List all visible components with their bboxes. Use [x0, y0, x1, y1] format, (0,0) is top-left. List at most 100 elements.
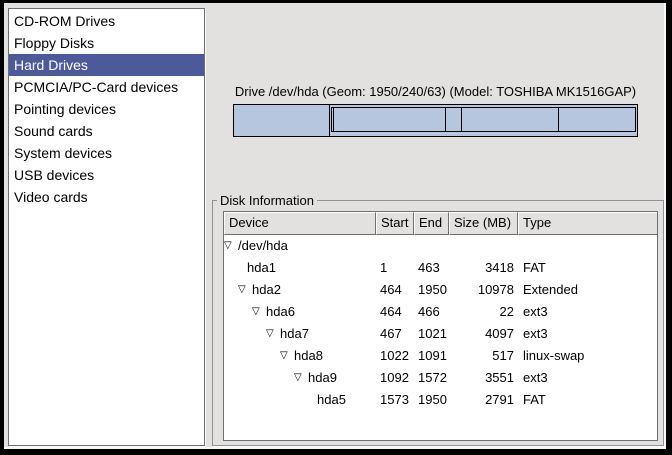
- table-row-hda6[interactable]: ▽hda646446622ext3: [224, 301, 657, 323]
- partition-segment-hda7: [333, 107, 446, 132]
- tree-indent: [224, 400, 308, 401]
- device-name: hda8: [294, 345, 323, 367]
- device-cell: ▽hda7: [224, 323, 376, 345]
- sidebar-item-pcmcia-pc-card-devices[interactable]: PCMCIA/PC-Card devices: [9, 76, 204, 98]
- size-cell: 3551: [449, 367, 518, 389]
- device-cell: ▽hda6: [224, 301, 376, 323]
- partition-segment-hda1: [233, 104, 330, 137]
- partition-bar: [233, 104, 638, 137]
- size-cell: 517: [449, 345, 518, 367]
- table-row-hda5[interactable]: hda5 157319502791FAT: [224, 389, 657, 411]
- end-cell: 1021: [414, 323, 449, 345]
- size-cell: [449, 235, 518, 257]
- device-name: hda9: [308, 367, 337, 389]
- device-cell: hda5: [224, 389, 376, 411]
- tree-indent: [224, 334, 266, 335]
- disk-information-table: DeviceStartEndSize (MB)Type ▽/dev/hdahda…: [223, 211, 658, 441]
- end-cell: 466: [414, 301, 449, 323]
- size-cell: 4097: [449, 323, 518, 345]
- tree-indent: [224, 290, 238, 291]
- sidebar-item-usb-devices[interactable]: USB devices: [9, 164, 204, 186]
- device-name: hda7: [280, 323, 309, 345]
- window-content: CD-ROM DrivesFloppy DisksHard DrivesPCMC…: [4, 3, 666, 449]
- end-cell: 1950: [414, 279, 449, 301]
- disk-information-label: Disk Information: [217, 193, 317, 208]
- type-cell: linux-swap: [518, 345, 657, 367]
- size-cell: 2791: [449, 389, 518, 411]
- column-header-device[interactable]: Device: [224, 212, 376, 235]
- logical-partitions-strip: [331, 107, 636, 132]
- start-cell: 467: [376, 323, 414, 345]
- start-cell: 464: [376, 301, 414, 323]
- column-header-type[interactable]: Type: [518, 212, 657, 235]
- partition-segment-hda9: [461, 107, 560, 132]
- device-name: hda5: [317, 389, 346, 411]
- table-row-dev-hda[interactable]: ▽/dev/hda: [224, 235, 657, 257]
- device-name: hda2: [252, 279, 281, 301]
- sidebar-item-pointing-devices[interactable]: Pointing devices: [9, 98, 204, 120]
- device-cell: ▽hda2: [224, 279, 376, 301]
- end-cell: 1572: [414, 367, 449, 389]
- device-name: /dev/hda: [238, 235, 288, 257]
- end-cell: [414, 235, 449, 257]
- table-row-hda7[interactable]: ▽hda746710214097ext3: [224, 323, 657, 345]
- partition-segment-hda8: [445, 107, 461, 132]
- start-cell: 1: [376, 257, 414, 279]
- device-cell: hda1: [224, 257, 376, 279]
- partition-segment-hda5: [558, 107, 636, 132]
- type-cell: ext3: [518, 301, 657, 323]
- table-row-hda1[interactable]: hda1 14633418FAT: [224, 257, 657, 279]
- table-row-hda9[interactable]: ▽hda9109215723551ext3: [224, 367, 657, 389]
- type-cell: Extended: [518, 279, 657, 301]
- type-cell: ext3: [518, 367, 657, 389]
- expander-open-icon[interactable]: ▽: [266, 323, 280, 345]
- sidebar-item-sound-cards[interactable]: Sound cards: [9, 120, 204, 142]
- expander-open-icon[interactable]: ▽: [252, 301, 266, 323]
- device-cell: ▽hda9: [224, 367, 376, 389]
- device-cell: ▽/dev/hda: [224, 235, 376, 257]
- start-cell: 464: [376, 279, 414, 301]
- tree-indent: [224, 312, 252, 313]
- type-cell: FAT: [518, 257, 657, 279]
- expander-open-icon[interactable]: ▽: [238, 279, 252, 301]
- tree-indent: [224, 268, 238, 269]
- device-category-list: CD-ROM DrivesFloppy DisksHard DrivesPCMC…: [8, 8, 205, 446]
- end-cell: 1950: [414, 389, 449, 411]
- expander-open-icon[interactable]: ▽: [294, 367, 308, 389]
- sidebar-item-video-cards[interactable]: Video cards: [9, 186, 204, 208]
- tree-indent: [224, 378, 294, 379]
- tree-indent: [224, 356, 280, 357]
- drive-title: Drive /dev/hda (Geom: 1950/240/63) (Mode…: [233, 84, 638, 102]
- table-header-row: DeviceStartEndSize (MB)Type: [224, 212, 657, 235]
- expander-open-icon[interactable]: ▽: [280, 345, 294, 367]
- end-cell: 463: [414, 257, 449, 279]
- column-header-start[interactable]: Start: [376, 212, 414, 235]
- column-header-size-mb[interactable]: Size (MB): [449, 212, 518, 235]
- table-body: ▽/dev/hdahda114633418FAT▽hda246419501097…: [224, 235, 657, 411]
- sidebar-item-floppy-disks[interactable]: Floppy Disks: [9, 32, 204, 54]
- type-cell: FAT: [518, 389, 657, 411]
- device-name: hda6: [266, 301, 295, 323]
- column-header-end[interactable]: End: [414, 212, 449, 235]
- size-cell: 22: [449, 301, 518, 323]
- start-cell: 1022: [376, 345, 414, 367]
- start-cell: 1573: [376, 389, 414, 411]
- partition-segment-hda2: [329, 104, 638, 137]
- expander-open-icon[interactable]: ▽: [224, 235, 238, 257]
- hardware-browser-window: CD-ROM DrivesFloppy DisksHard DrivesPCMC…: [0, 0, 672, 455]
- type-cell: [518, 235, 657, 257]
- start-cell: 1092: [376, 367, 414, 389]
- size-cell: 10978: [449, 279, 518, 301]
- table-row-hda8[interactable]: ▽hda810221091517linux-swap: [224, 345, 657, 367]
- sidebar-item-system-devices[interactable]: System devices: [9, 142, 204, 164]
- disk-information-frame: Disk Information DeviceStartEndSize (MB)…: [212, 200, 664, 446]
- device-cell: ▽hda8: [224, 345, 376, 367]
- table-row-hda2[interactable]: ▽hda2464195010978Extended: [224, 279, 657, 301]
- size-cell: 3418: [449, 257, 518, 279]
- sidebar-item-hard-drives[interactable]: Hard Drives: [9, 54, 204, 76]
- type-cell: ext3: [518, 323, 657, 345]
- end-cell: 1091: [414, 345, 449, 367]
- start-cell: [376, 235, 414, 257]
- device-name: hda1: [247, 257, 276, 279]
- sidebar-item-cd-rom-drives[interactable]: CD-ROM Drives: [9, 10, 204, 32]
